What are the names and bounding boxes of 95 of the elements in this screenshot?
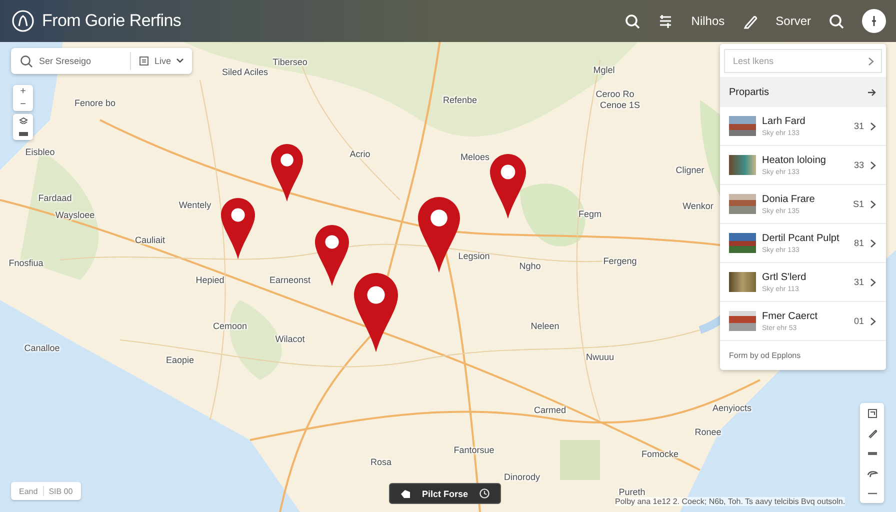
search-icon [20,54,33,68]
list-search-field[interactable]: Lest lkens [724,49,882,73]
pen-icon[interactable] [866,428,878,438]
place-label: Rosa [370,457,392,467]
place-label: Mglel [593,65,615,75]
nav-link[interactable]: Sorver [776,14,811,28]
photo-placeholder [729,155,756,175]
map-pin-icon[interactable] [418,197,460,273]
place-label: Hepied [196,275,224,285]
search-icon[interactable] [625,14,640,28]
chevron-right-icon [870,278,876,286]
place-label: Acrio [350,149,370,159]
place-label: Siled Aciles [222,67,268,77]
place-label: Cligner [676,165,704,175]
photo-placeholder [729,311,756,331]
place-label: Waysloee [55,210,95,220]
bar-icon [18,132,28,136]
chevron-right-icon [870,238,876,248]
logo-icon[interactable] [12,10,34,32]
place-label: Cenoe 1S [600,100,640,110]
avatar-icon[interactable] [862,9,886,33]
clock-icon [479,488,490,499]
place-label: Legsion [458,251,490,261]
photo-placeholder [729,194,756,214]
filter-dropdown[interactable]: Live [130,52,192,70]
place-label: Canalloe [24,343,60,353]
section-title: Propartis [729,86,770,98]
place-label: Ceroo Ro [596,89,634,99]
zoom-out-button[interactable]: − [13,98,33,111]
place-label: Meloes [460,152,490,162]
property-price: 01 [854,316,864,326]
place-label: Carmed [534,405,566,415]
attribution-text: Polby ana 1e12 2. Coeck; N6b, Toh. Ts aavy telcibis Bvq outsoln. [615,497,846,506]
search-icon[interactable] [829,14,844,28]
search-field[interactable]: Ser Sreseigo Live [11,48,192,74]
place-label: Fardaad [38,193,72,203]
place-label: Fnosfiua [8,258,44,268]
arrow-right-icon [867,88,876,96]
scale-value: SIB 00 [48,486,73,496]
place-label: Fergeng [603,256,637,266]
map-pin-icon[interactable] [221,198,255,259]
property-price: 31 [854,121,864,131]
property-title: Grtl S'lerd [762,272,808,282]
place-label: Aenyiocts [712,403,752,413]
place-label: Pureth [618,487,646,497]
photo-placeholder [729,233,756,253]
chevron-right-icon [870,200,876,208]
action-button[interactable]: Pilct Forse [389,483,501,504]
photo-placeholder [729,272,756,292]
place-label: Eaopie [166,355,194,365]
chevron-right-icon [870,316,876,326]
place-label: Neleen [530,321,560,331]
place-label: Refenbe [442,95,478,105]
map-pin-icon[interactable] [271,144,303,202]
property-title: Dertil Pcant Pulpt [762,232,840,244]
place-label: Dinorody [504,472,540,482]
map-pin-icon[interactable] [490,154,526,219]
place-label: Earneonst [269,275,311,285]
map-pin-icon[interactable] [354,273,398,352]
place-label: Ngho [519,261,541,271]
place-label: Cauliait [135,235,165,245]
chevron-right-icon [868,57,874,66]
pencil-icon[interactable] [742,14,758,28]
property-price: 31 [854,277,864,287]
nav-link[interactable]: Nilhos [691,14,725,28]
list-icon[interactable] [658,14,674,28]
place-label: Wenkor [682,201,714,211]
place-label: Ronee [694,427,722,437]
app-title: From Gorie Rerfins [42,11,182,31]
place-label: Tiberseo [272,57,308,67]
property-title: Heaton loloing [762,154,827,166]
stack-icon [18,117,28,124]
place-label: Cemoon [212,321,248,331]
chevron-right-icon [870,160,876,170]
place-label: Nwuuu [586,352,614,362]
chevron-down-icon [176,58,184,64]
property-price: S1 [852,199,864,209]
place-label: Wilacot [275,334,305,344]
property-title: Larh Fard [762,116,806,126]
place-label: Fegm [578,209,602,219]
place-label: Fenore bo [74,98,116,108]
chevron-right-icon [870,122,876,130]
map-pin-icon[interactable] [315,225,349,286]
property-title: Fmer Caerct [762,310,819,322]
scale-label: Eand [19,486,38,496]
panel-footer-link[interactable]: Form by od Epplons [720,341,886,360]
property-price: 81 [854,238,864,248]
property-price: 33 [854,160,864,170]
section-header[interactable]: Propartis [720,77,886,107]
place-label: Wentely [178,200,212,210]
place-label: Eisbleo [25,147,55,157]
photo-placeholder [729,116,756,136]
property-title: Donia Frare [762,194,816,204]
zoom-in-button[interactable]: + [13,85,33,98]
square-icon[interactable] [866,408,878,418]
